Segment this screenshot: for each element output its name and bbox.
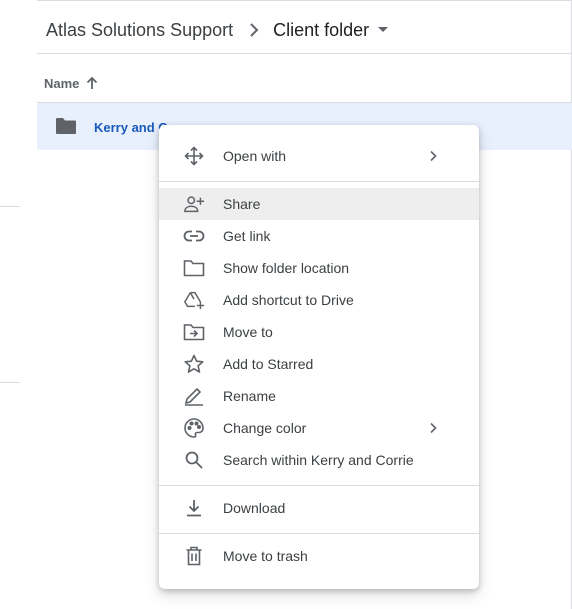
menu-item-add-to-starred[interactable]: Add to Starred [159, 348, 479, 380]
menu-item-label: Move to trash [223, 548, 308, 564]
trash-icon [183, 546, 205, 566]
breadcrumb-current[interactable]: Client folder [273, 20, 369, 41]
chevron-right-icon [249, 23, 259, 37]
sort-arrow-up-icon[interactable] [86, 76, 98, 90]
folder-outline-icon [183, 258, 205, 278]
link-icon [183, 226, 205, 246]
context-menu: Open with Share Get link Show folder loc… [159, 125, 479, 589]
column-header-label: Name [44, 75, 80, 91]
menu-item-search-within[interactable]: Search within Kerry and Corrie [159, 444, 479, 476]
menu-item-add-shortcut[interactable]: Add shortcut to Drive [159, 284, 479, 316]
drive-shortcut-icon [183, 290, 205, 310]
star-outline-icon [183, 354, 205, 374]
menu-item-show-folder-location[interactable]: Show folder location [159, 252, 479, 284]
palette-icon [183, 418, 205, 438]
menu-item-move-to[interactable]: Move to [159, 316, 479, 348]
menu-item-open-with[interactable]: Open with [159, 140, 479, 172]
pencil-icon [183, 386, 205, 406]
folder-icon [55, 117, 77, 140]
menu-separator [159, 533, 479, 534]
add-person-icon [183, 194, 205, 214]
open-with-icon [183, 146, 205, 166]
menu-separator [159, 181, 479, 182]
column-header-name[interactable]: Name [44, 74, 98, 92]
menu-item-label: Add shortcut to Drive [223, 292, 354, 308]
menu-item-download[interactable]: Download [159, 492, 479, 524]
left-panel-divider [0, 206, 20, 207]
download-icon [183, 498, 205, 518]
menu-item-label: Download [223, 500, 286, 516]
header-divider [37, 53, 572, 54]
breadcrumb: Atlas Solutions Support Client folder [46, 17, 389, 43]
menu-item-rename[interactable]: Rename [159, 380, 479, 412]
menu-item-change-color[interactable]: Change color [159, 412, 479, 444]
menu-separator [159, 485, 479, 486]
chevron-right-icon [429, 149, 437, 165]
menu-item-label: Share [223, 196, 261, 212]
menu-item-label: Search within Kerry and Corrie [223, 452, 414, 468]
caret-down-icon[interactable] [377, 26, 389, 34]
move-to-folder-icon [183, 322, 205, 342]
menu-item-share[interactable]: Share [159, 188, 479, 220]
chevron-right-icon [429, 421, 437, 437]
menu-item-label: Get link [223, 228, 271, 244]
search-icon [183, 450, 205, 470]
menu-item-label: Add to Starred [223, 356, 314, 372]
menu-item-label: Move to [223, 324, 273, 340]
top-border [37, 0, 572, 1]
menu-item-get-link[interactable]: Get link [159, 220, 479, 252]
menu-item-label: Change color [223, 420, 307, 436]
menu-item-label: Rename [223, 388, 276, 404]
menu-item-move-to-trash[interactable]: Move to trash [159, 540, 479, 572]
menu-item-label: Show folder location [223, 260, 350, 276]
left-panel-divider [0, 382, 20, 383]
menu-item-label: Open with [223, 148, 287, 164]
breadcrumb-root[interactable]: Atlas Solutions Support [46, 20, 233, 41]
